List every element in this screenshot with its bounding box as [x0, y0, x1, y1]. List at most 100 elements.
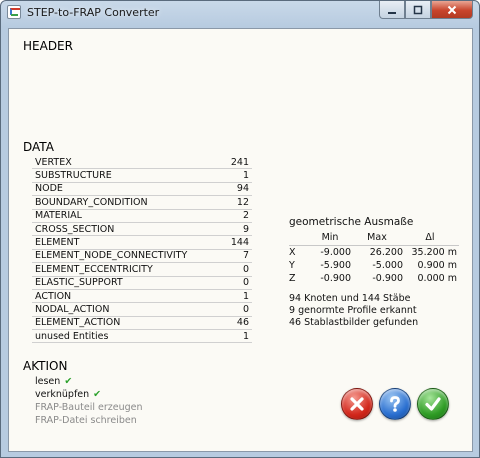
geometry-cell-axis: Z [289, 273, 296, 284]
window-title: STEP-to-FRAP Converter [27, 6, 160, 19]
geometry-cell-min: -0.900 [320, 273, 351, 284]
data-row-label: ELEMENT [35, 237, 80, 249]
data-row-label: ACTION [35, 290, 72, 302]
data-row-label: ELEMENT_ECCENTRICITY [35, 263, 153, 275]
data-row: BOUNDARY_CONDITION 12 [32, 196, 252, 210]
action-item: verknüpfen ✔ [35, 388, 143, 401]
geometry-cell-max: -0.900 [372, 273, 403, 284]
close-x-icon [350, 397, 364, 411]
data-row-label: NODE [35, 183, 63, 195]
action-item: lesen ✔ [35, 375, 143, 388]
data-row-value: 7 [242, 250, 249, 262]
data-row-value: 241 [230, 156, 249, 168]
header-line [29, 113, 469, 123]
summary-line: 46 Stablastbilder gefunden [289, 317, 419, 328]
geometry-cell-delta: 0.000 m [417, 273, 457, 284]
action-label: FRAP-Datei schreiben [35, 415, 137, 426]
geometry-table-header: Min Max Δl [289, 232, 459, 246]
data-row-label: unused Entities [35, 330, 109, 342]
data-row-label: ELASTIC_SUPPORT [35, 277, 123, 289]
data-row: ELASTIC_SUPPORT 0 [32, 277, 252, 290]
geometry-cell-axis: X [289, 247, 296, 258]
geometry-cell-delta: 35.200 m [411, 247, 457, 258]
summary-line: 94 Knoten und 144 Stäbe [289, 293, 411, 304]
action-label: lesen [35, 376, 61, 387]
header-line [29, 125, 469, 135]
maximize-icon [413, 5, 423, 14]
data-row: CROSS_SECTION 9 [32, 223, 252, 237]
geometry-col-delta: Δl [425, 232, 435, 243]
geometry-cell-max: 26.200 [369, 247, 403, 258]
action-section-title: AKTION [23, 359, 68, 373]
geometry-cell-axis: Y [289, 260, 295, 271]
data-row: unused Entities 1 [32, 330, 252, 344]
action-label: FRAP-Bauteil erzeugen [35, 402, 143, 413]
minimize-button[interactable] [379, 1, 405, 19]
data-row: ELEMENT_ECCENTRICITY 0 [32, 263, 252, 277]
action-item: FRAP-Datei schreiben [35, 414, 143, 427]
data-row-label: MATERIAL [35, 210, 82, 222]
question-icon [390, 396, 400, 412]
geometry-cell-min: -5.900 [320, 260, 351, 271]
header-text-block [29, 51, 469, 147]
geometry-col-min: Min [321, 232, 339, 243]
geometry-col-axis [289, 232, 309, 243]
action-label: verknüpfen [35, 389, 90, 400]
data-row: NODAL_ACTION 0 [32, 303, 252, 317]
data-row-value: 9 [242, 223, 249, 235]
summary-line: 9 genormte Profile erkannt [289, 305, 417, 316]
data-row: ACTION 1 [32, 290, 252, 304]
data-row-value: 0 [242, 303, 249, 315]
data-row-label: ELEMENT_ACTION [35, 317, 121, 329]
data-row: VERTEX 241 [32, 156, 252, 170]
data-row-label: BOUNDARY_CONDITION [35, 196, 148, 208]
geometry-cell-delta: 0.900 m [417, 260, 457, 271]
data-row-value: 1 [242, 170, 249, 182]
data-row: ELEMENT_ACTION 46 [32, 317, 252, 331]
maximize-button[interactable] [405, 1, 431, 19]
action-list: lesen ✔ verknüpfen ✔ FRAP-Bauteil erzeugen FR… [35, 375, 143, 427]
app-window: STEP-to-FRAP Converter HEADER DATA VERTE… [0, 0, 480, 458]
title-bar[interactable]: STEP-to-FRAP Converter [1, 1, 479, 25]
data-row-label: SUBSTRUCTURE [35, 170, 112, 182]
data-row: MATERIAL 2 [32, 210, 252, 223]
data-row-label: NODAL_ACTION [35, 303, 110, 315]
data-row-value: 94 [236, 183, 249, 195]
close-icon [447, 5, 457, 14]
close-window-button[interactable] [431, 1, 473, 19]
data-row-value: 12 [236, 196, 249, 208]
geometry-row: Z -0.900 -0.900 0.000 m [289, 272, 459, 285]
minimize-icon [388, 11, 396, 14]
data-section-title: DATA [23, 140, 54, 154]
check-icon: ✔ [93, 389, 102, 400]
geometry-cell-min: -9.000 [320, 247, 351, 258]
help-button[interactable] [379, 388, 411, 420]
data-row-value: 0 [242, 263, 249, 275]
data-row-value: 2 [242, 210, 249, 222]
cancel-button[interactable] [341, 388, 373, 420]
geometry-panel: geometrische Ausmaße Min Max Δl X -9.000 2… [289, 216, 459, 329]
app-icon [7, 5, 21, 19]
ok-button[interactable] [417, 388, 449, 420]
header-line [29, 77, 469, 87]
action-item: FRAP-Bauteil erzeugen [35, 401, 143, 414]
header-line [29, 89, 469, 99]
data-row: ELEMENT 144 [32, 236, 252, 250]
data-row-value: 1 [242, 330, 249, 342]
geometry-cell-max: -5.000 [372, 260, 403, 271]
geometry-rows: X -9.000 26.200 35.200 m Y -5.900 -5.000 0.900 … [289, 246, 459, 285]
data-row: NODE 94 [32, 183, 252, 197]
header-line [29, 53, 469, 63]
geometry-summary: 94 Knoten und 144 Stäbe 9 genormte Profi… [289, 293, 459, 329]
geometry-title: geometrische Ausmaße [289, 216, 414, 228]
data-row-value: 46 [236, 317, 249, 329]
geometry-row: Y -5.900 -5.000 0.900 m [289, 259, 459, 272]
header-line [29, 137, 469, 147]
data-row-label: VERTEX [35, 156, 72, 168]
data-row-value: 0 [242, 277, 249, 289]
geometry-col-max: Max [367, 232, 387, 243]
header-line [29, 101, 469, 111]
checkmark-icon [425, 397, 441, 411]
geometry-row: X -9.000 26.200 35.200 m [289, 246, 459, 259]
window-controls [379, 1, 473, 19]
